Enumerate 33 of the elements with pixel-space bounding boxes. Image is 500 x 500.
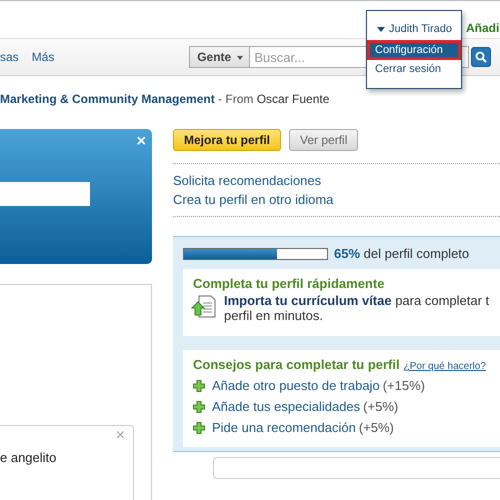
scope-dropdown[interactable]: Gente <box>189 46 250 68</box>
card-title: Completa tu perfil rápidamente <box>193 276 384 291</box>
profile-link[interactable]: Solicita recomendaciones <box>173 173 500 188</box>
plus-icon <box>193 380 205 392</box>
plus-icon <box>193 400 205 412</box>
document-upload-icon <box>191 295 217 319</box>
improve-profile-button[interactable]: Mejora tu perfil <box>173 129 282 151</box>
input-field[interactable] <box>0 182 90 206</box>
profile-link[interactable]: Crea tu perfil en otro idioma <box>173 192 500 207</box>
caret-icon <box>377 26 385 32</box>
search-icon <box>475 51 488 63</box>
description-line: perfil en minutos. <box>224 308 324 323</box>
nav-item[interactable]: Más <box>32 50 54 64</box>
add-link[interactable]: Añadi <box>466 21 500 35</box>
nav-item[interactable]: sas <box>0 50 19 64</box>
card-title: Consejos para completar tu perfil <box>193 357 400 372</box>
plus-icon <box>193 422 205 434</box>
group-headline: Marketing & Community Management - From Oscar Fuente <box>0 91 330 108</box>
update-text: e angelito <box>0 450 56 465</box>
caret-icon <box>236 56 243 60</box>
description-line: Importa tu currículum vítae para completar t <box>224 293 490 308</box>
tip-gain: (+5%) <box>363 399 398 414</box>
why-link[interactable]: ¿Por qué hacerlo? <box>404 361 486 372</box>
tip-link[interactable]: Añade otro puesto de trabajo <box>212 378 380 393</box>
menu-item[interactable]: Configuración <box>367 40 461 60</box>
search-button[interactable] <box>471 47 492 67</box>
tip-link[interactable]: Pide una recomendación <box>212 420 356 435</box>
tip-gain: (+5%) <box>358 420 394 435</box>
tip-link[interactable]: Añade tus especialidades <box>212 399 360 414</box>
user-name[interactable]: Judith Tirado <box>389 23 452 35</box>
tip-gain: (+15%) <box>382 378 425 393</box>
progress-label: 65% del perfil completo <box>334 246 470 261</box>
view-profile-button[interactable]: Ver perfil <box>289 129 358 151</box>
